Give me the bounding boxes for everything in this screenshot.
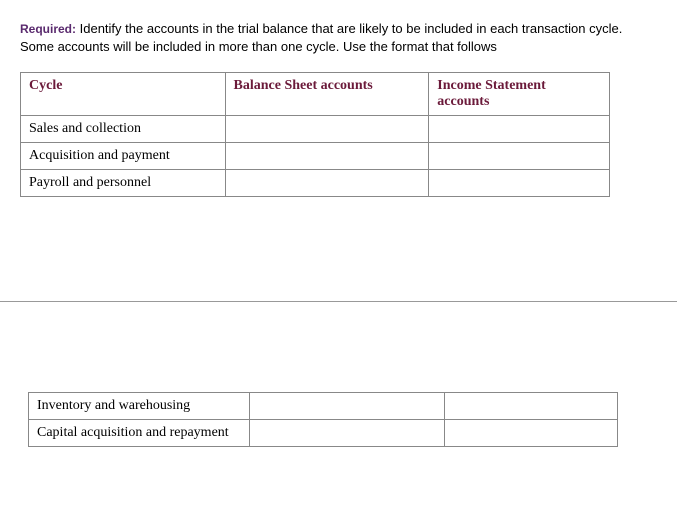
table-row: Capital acquisition and repayment: [29, 420, 618, 447]
header-cycle: Cycle: [21, 73, 226, 116]
cell-balance-sheet: [249, 393, 445, 420]
table-row: Inventory and warehousing: [29, 393, 618, 420]
cell-income-statement: [445, 393, 618, 420]
header-balance-sheet: Balance Sheet accounts: [225, 73, 429, 116]
table-row: Acquisition and payment: [21, 143, 610, 170]
cell-cycle: Inventory and warehousing: [29, 393, 250, 420]
cell-cycle: Capital acquisition and repayment: [29, 420, 250, 447]
required-label: Required:: [20, 22, 76, 36]
cell-cycle: Acquisition and payment: [21, 143, 226, 170]
cell-balance-sheet: [249, 420, 445, 447]
cycles-table-1: Cycle Balance Sheet accounts Income Stat…: [20, 72, 610, 197]
page-break-divider: [0, 301, 677, 302]
cell-cycle: Payroll and personnel: [21, 170, 226, 197]
cell-balance-sheet: [225, 116, 429, 143]
cell-income-statement: [429, 170, 610, 197]
cycles-table-2: Inventory and warehousing Capital acquis…: [28, 392, 618, 447]
cell-income-statement: [445, 420, 618, 447]
cell-income-statement: [429, 116, 610, 143]
header-income-statement: Income Statement accounts: [429, 73, 610, 116]
table-row: Payroll and personnel: [21, 170, 610, 197]
cell-income-statement: [429, 143, 610, 170]
instructions-text: Identify the accounts in the trial balan…: [20, 21, 622, 54]
cell-balance-sheet: [225, 143, 429, 170]
cell-balance-sheet: [225, 170, 429, 197]
instructions-block: Required: Identify the accounts in the t…: [20, 20, 657, 56]
table-row: Sales and collection: [21, 116, 610, 143]
cell-cycle: Sales and collection: [21, 116, 226, 143]
